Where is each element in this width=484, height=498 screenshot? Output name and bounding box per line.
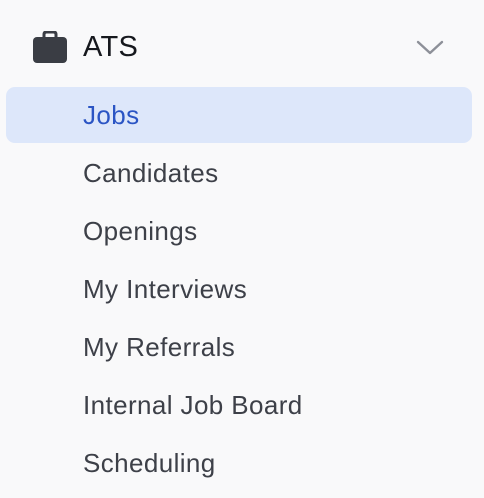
nav-item-my-referrals[interactable]: My Referrals	[6, 319, 472, 375]
nav-item-candidates[interactable]: Candidates	[6, 145, 472, 201]
briefcase-icon	[33, 30, 67, 63]
nav-item-label: Openings	[83, 216, 198, 246]
section-title: ATS	[83, 31, 139, 63]
nav-item-label: Internal Job Board	[83, 390, 303, 420]
nav-item-label: My Referrals	[83, 332, 236, 362]
chevron-down-icon[interactable]	[416, 37, 444, 57]
nav-item-internal-job-board[interactable]: Internal Job Board	[6, 377, 472, 433]
nav-item-jobs[interactable]: Jobs	[6, 87, 472, 143]
nav-item-label: Jobs	[83, 100, 140, 130]
ats-section-header[interactable]: ATS	[0, 18, 484, 78]
nav-item-label: Candidates	[83, 158, 219, 188]
nav-item-label: My Interviews	[83, 274, 248, 304]
nav-item-scheduling[interactable]: Scheduling	[6, 435, 472, 491]
nav-item-openings[interactable]: Openings	[6, 203, 472, 259]
nav-item-my-interviews[interactable]: My Interviews	[6, 261, 472, 317]
nav-item-label: Scheduling	[83, 448, 216, 478]
